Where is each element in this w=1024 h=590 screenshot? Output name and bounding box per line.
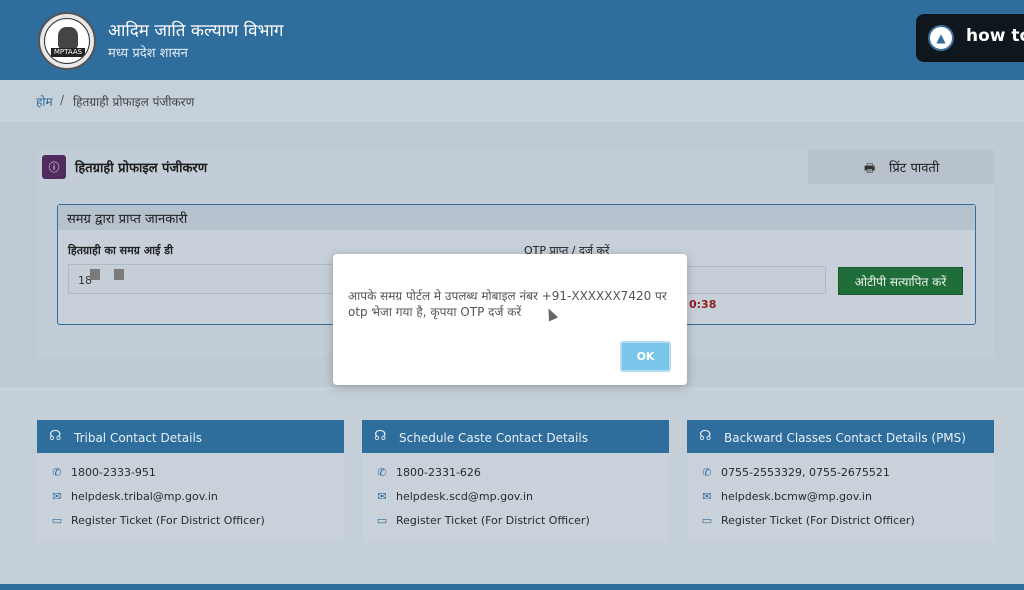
otp-sent-dialog: आपके समग्र पोर्टल मे उपलब्ध मोबाइल नंबर … (333, 254, 687, 385)
dialog-message: आपके समग्र पोर्टल मे उपलब्ध मोबाइल नंबर … (348, 289, 667, 319)
ok-button[interactable]: OK (620, 341, 671, 372)
